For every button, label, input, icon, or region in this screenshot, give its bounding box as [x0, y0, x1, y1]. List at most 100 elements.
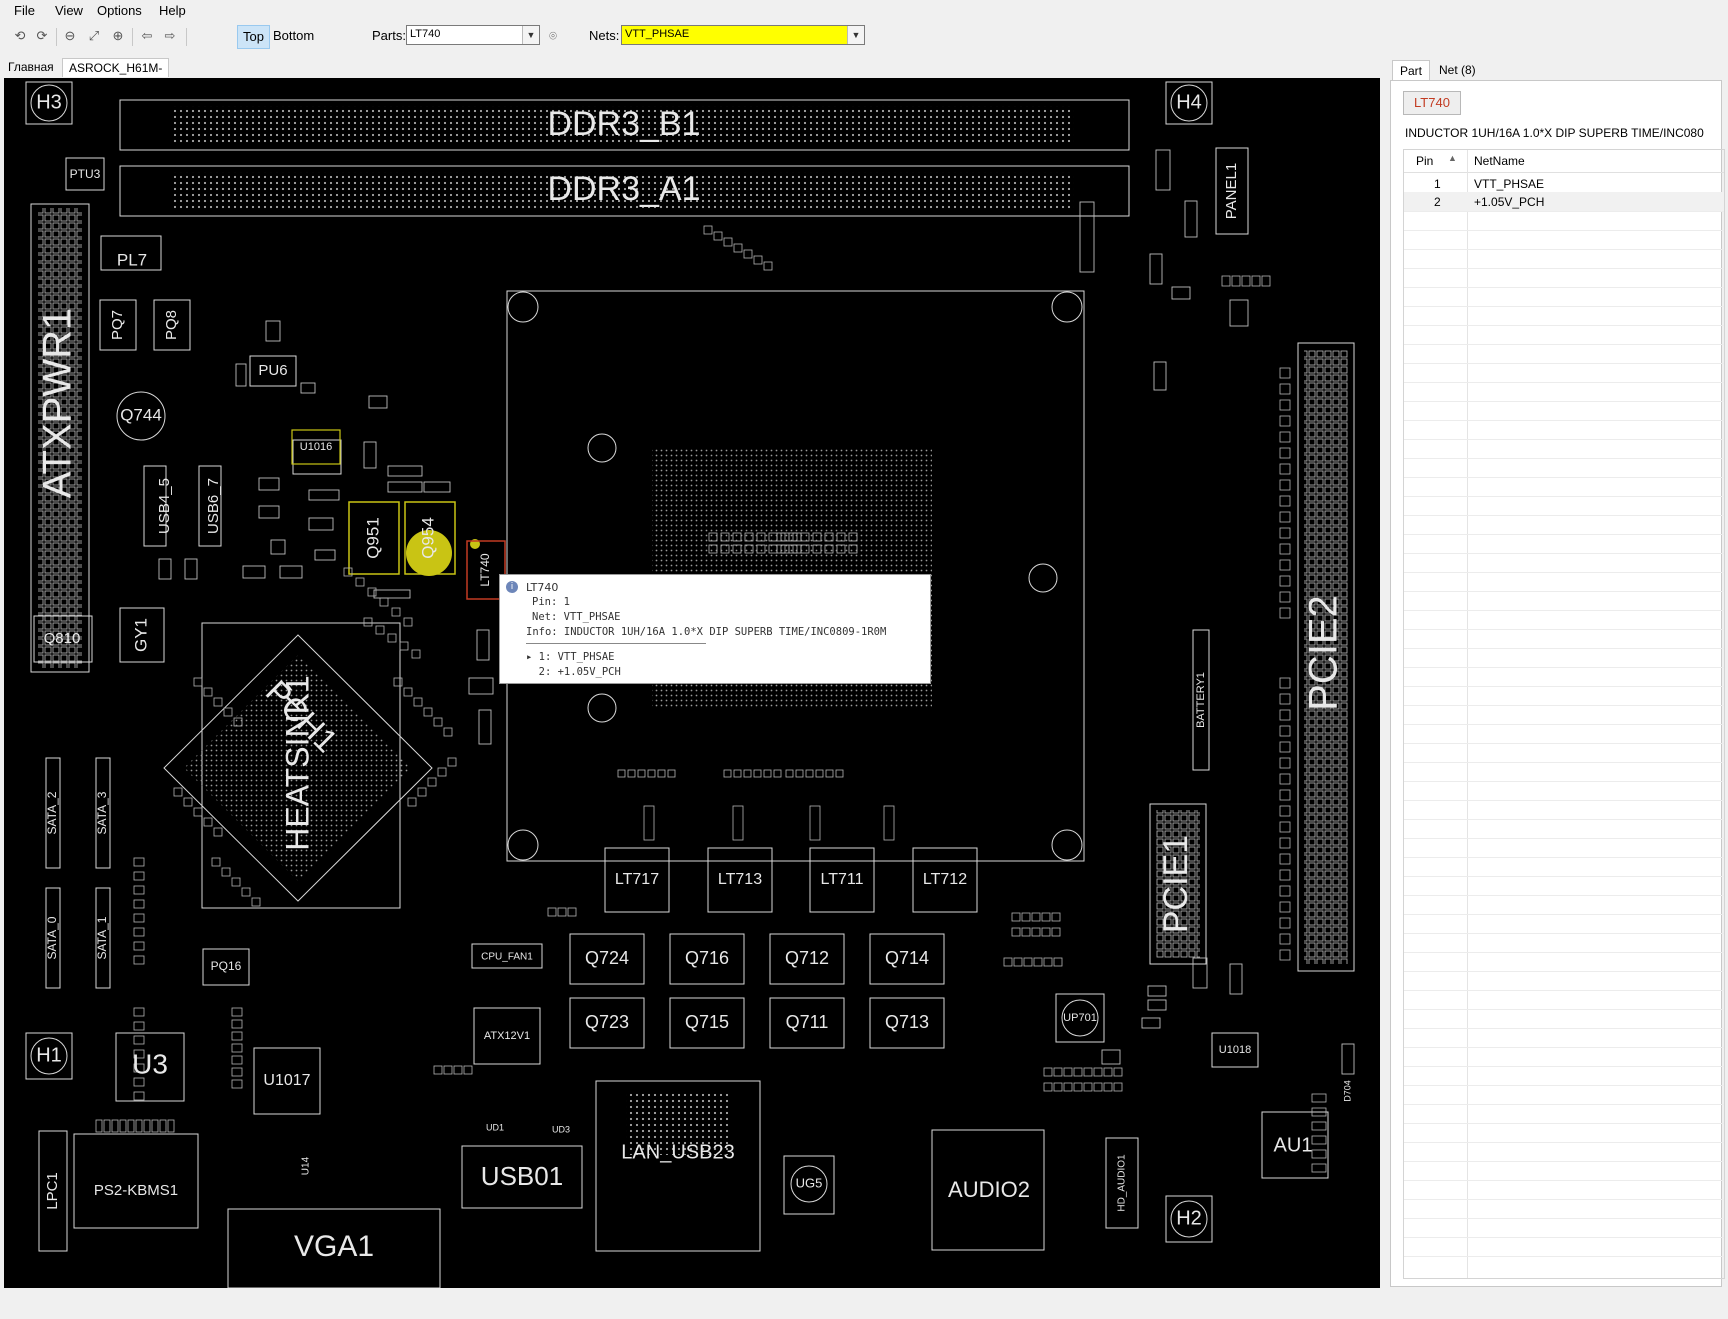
- menu-file[interactable]: File: [14, 3, 35, 18]
- label-lt712: LT712: [923, 871, 967, 888]
- label-up701: UP701: [1063, 1012, 1097, 1024]
- label-lt713: LT713: [718, 871, 762, 888]
- menu-view[interactable]: View: [55, 3, 83, 18]
- label-ud1: UD1: [486, 1122, 504, 1132]
- label-sata-0: SATA_0: [45, 916, 59, 959]
- tab-home[interactable]: Главная: [2, 58, 60, 76]
- label-q724: Q724: [585, 948, 629, 968]
- sort-up-icon[interactable]: ▲: [1448, 153, 1457, 163]
- column-pin-header[interactable]: Pin: [1416, 154, 1433, 168]
- label-pcie2: PCIE2: [1302, 595, 1346, 711]
- tooltip-pin: Pin: 1: [532, 596, 570, 608]
- nets-value: VTT_PHSAE: [625, 28, 690, 40]
- label-q810: Q810: [44, 630, 81, 647]
- label-ptu3: PTU3: [70, 167, 101, 181]
- nets-label: Nets:: [589, 28, 620, 43]
- toolbar: ⟲ ⟳ ⊖ ⤢ ⊕ ⇦ ⇨ Top Bottom Parts: LT740 ▼ …: [0, 22, 1728, 50]
- pin-net-table: Pin ▲ NetName 1 VTT_PHSAE 2 +1.05V_PCH: [1403, 149, 1725, 1279]
- label-cpu-fan1: CPU_FAN1: [481, 952, 533, 963]
- rotate-left-icon[interactable]: ⟲: [12, 28, 28, 44]
- label-q951: Q951: [363, 517, 382, 559]
- tab-part[interactable]: Part: [1392, 60, 1431, 81]
- label-sata-3: SATA_3: [95, 791, 109, 834]
- label-pq7: PQ7: [109, 310, 126, 340]
- label-u1017: U1017: [263, 1072, 310, 1089]
- back-arrow-icon[interactable]: ⇦: [139, 28, 155, 44]
- tab-board-file[interactable]: ASROCK_H61M-VG3_R1_02_70-MXGNZ0-B04: [62, 58, 170, 111]
- label-h4: H4: [1176, 91, 1202, 113]
- label-usb01: USB01: [481, 1161, 563, 1191]
- tooltip-divider: [526, 643, 706, 644]
- label-q744: Q744: [120, 405, 162, 424]
- label-atx12v1: ATX12V1: [484, 1030, 530, 1042]
- label-ud3: UD3: [552, 1124, 570, 1134]
- zoom-out-icon[interactable]: ⊖: [62, 28, 78, 44]
- zoom-in-icon[interactable]: ⊕: [110, 28, 126, 44]
- chevron-down-icon[interactable]: ▼: [522, 26, 539, 44]
- label-lpc1: LPC1: [44, 1172, 61, 1210]
- column-netname-header[interactable]: NetName: [1474, 154, 1525, 168]
- label-d704: D704: [1342, 1080, 1352, 1102]
- row-netname: VTT_PHSAE: [1474, 177, 1545, 191]
- label-h3: H3: [36, 91, 62, 113]
- label-q954: Q954: [418, 517, 437, 559]
- label-q715: Q715: [685, 1012, 729, 1032]
- row-pin: 2: [1434, 195, 1441, 209]
- label-u3: U3: [132, 1048, 168, 1079]
- label-atxpwr1: ATXPWR1: [36, 308, 80, 498]
- label-lt717: LT717: [615, 871, 659, 888]
- label-lt711: LT711: [821, 871, 864, 888]
- nets-combobox[interactable]: VTT_PHSAE ▼: [621, 25, 865, 45]
- menu-options[interactable]: Options: [97, 3, 142, 18]
- tooltip-net: Net: VTT_PHSAE: [532, 611, 621, 623]
- label-gy1: GY1: [131, 618, 150, 652]
- label-audio2: AUDIO2: [948, 1177, 1030, 1202]
- label-u1018: U1018: [1219, 1044, 1251, 1056]
- label-sata-2: SATA_2: [45, 791, 59, 834]
- label-hd-audio1: HD_AUDIO1: [1117, 1154, 1128, 1212]
- label-q712: Q712: [785, 948, 829, 968]
- row-netname: +1.05V_PCH: [1474, 195, 1545, 209]
- label-u14: U14: [301, 1156, 312, 1175]
- tab-net[interactable]: Net (8): [1432, 60, 1483, 80]
- parts-combobox[interactable]: LT740 ▼: [406, 25, 540, 45]
- part-name-badge: LT740: [1403, 91, 1461, 115]
- board-canvas[interactable]: DDR3_B1 DDR3_A1 ATXPWR1 PCIE2 PCIE1 HEAT…: [4, 78, 1380, 1288]
- label-ddr3-b1: DDR3_B1: [547, 105, 700, 143]
- forward-arrow-icon[interactable]: ⇨: [162, 28, 178, 44]
- label-q713: Q713: [885, 1012, 929, 1032]
- label-ddr3-a1: DDR3_A1: [547, 170, 700, 208]
- label-vga1: VGA1: [294, 1230, 374, 1263]
- label-q723: Q723: [585, 1012, 629, 1032]
- chevron-down-icon[interactable]: ▼: [847, 26, 864, 44]
- label-q714: Q714: [885, 948, 929, 968]
- label-u1016: U1016: [300, 441, 332, 453]
- zoom-fit-icon[interactable]: ⤢: [86, 28, 102, 44]
- row-pin: 1: [1434, 177, 1441, 191]
- filter-icon[interactable]: ⌾: [545, 28, 561, 44]
- label-lan-usb23: LAN_USB23: [621, 1141, 734, 1163]
- layer-bottom-button[interactable]: Bottom: [268, 25, 319, 47]
- label-ps2-kbms1: PS2-KBMS1: [94, 1182, 178, 1199]
- parts-label: Parts:: [372, 28, 406, 43]
- menu-help[interactable]: Help: [159, 3, 186, 18]
- part-description: INDUCTOR 1UH/16A 1.0*X DIP SUPERB TIME/I…: [1405, 126, 1704, 140]
- menu-bar: File View Options Help: [0, 0, 1728, 22]
- label-q711: Q711: [786, 1012, 829, 1032]
- table-header: Pin ▲ NetName: [1404, 150, 1724, 173]
- info-icon: i: [506, 581, 518, 593]
- label-au1: AU1: [1274, 1134, 1313, 1156]
- label-usb4-5: USB4_5: [156, 478, 173, 534]
- layer-top-button[interactable]: Top: [237, 25, 270, 49]
- right-panel: Part Net (8) LT740 INDUCTOR 1UH/16A 1.0*…: [1388, 56, 1728, 1288]
- label-h2: H2: [1176, 1207, 1202, 1229]
- label-pq8: PQ8: [163, 310, 180, 340]
- label-pu6: PU6: [258, 362, 287, 379]
- tooltip-info: Info: INDUCTOR 1UH/16A 1.0*X DIP SUPERB …: [526, 626, 887, 638]
- label-q716: Q716: [685, 948, 729, 968]
- tooltip-title: LT740: [526, 581, 559, 594]
- rotate-right-icon[interactable]: ⟳: [34, 28, 50, 44]
- tooltip-pin-2: 2: +1.05V_PCH: [526, 666, 621, 678]
- label-lt740[interactable]: LT740: [478, 553, 492, 586]
- part-panel: LT740 INDUCTOR 1UH/16A 1.0*X DIP SUPERB …: [1390, 80, 1725, 1287]
